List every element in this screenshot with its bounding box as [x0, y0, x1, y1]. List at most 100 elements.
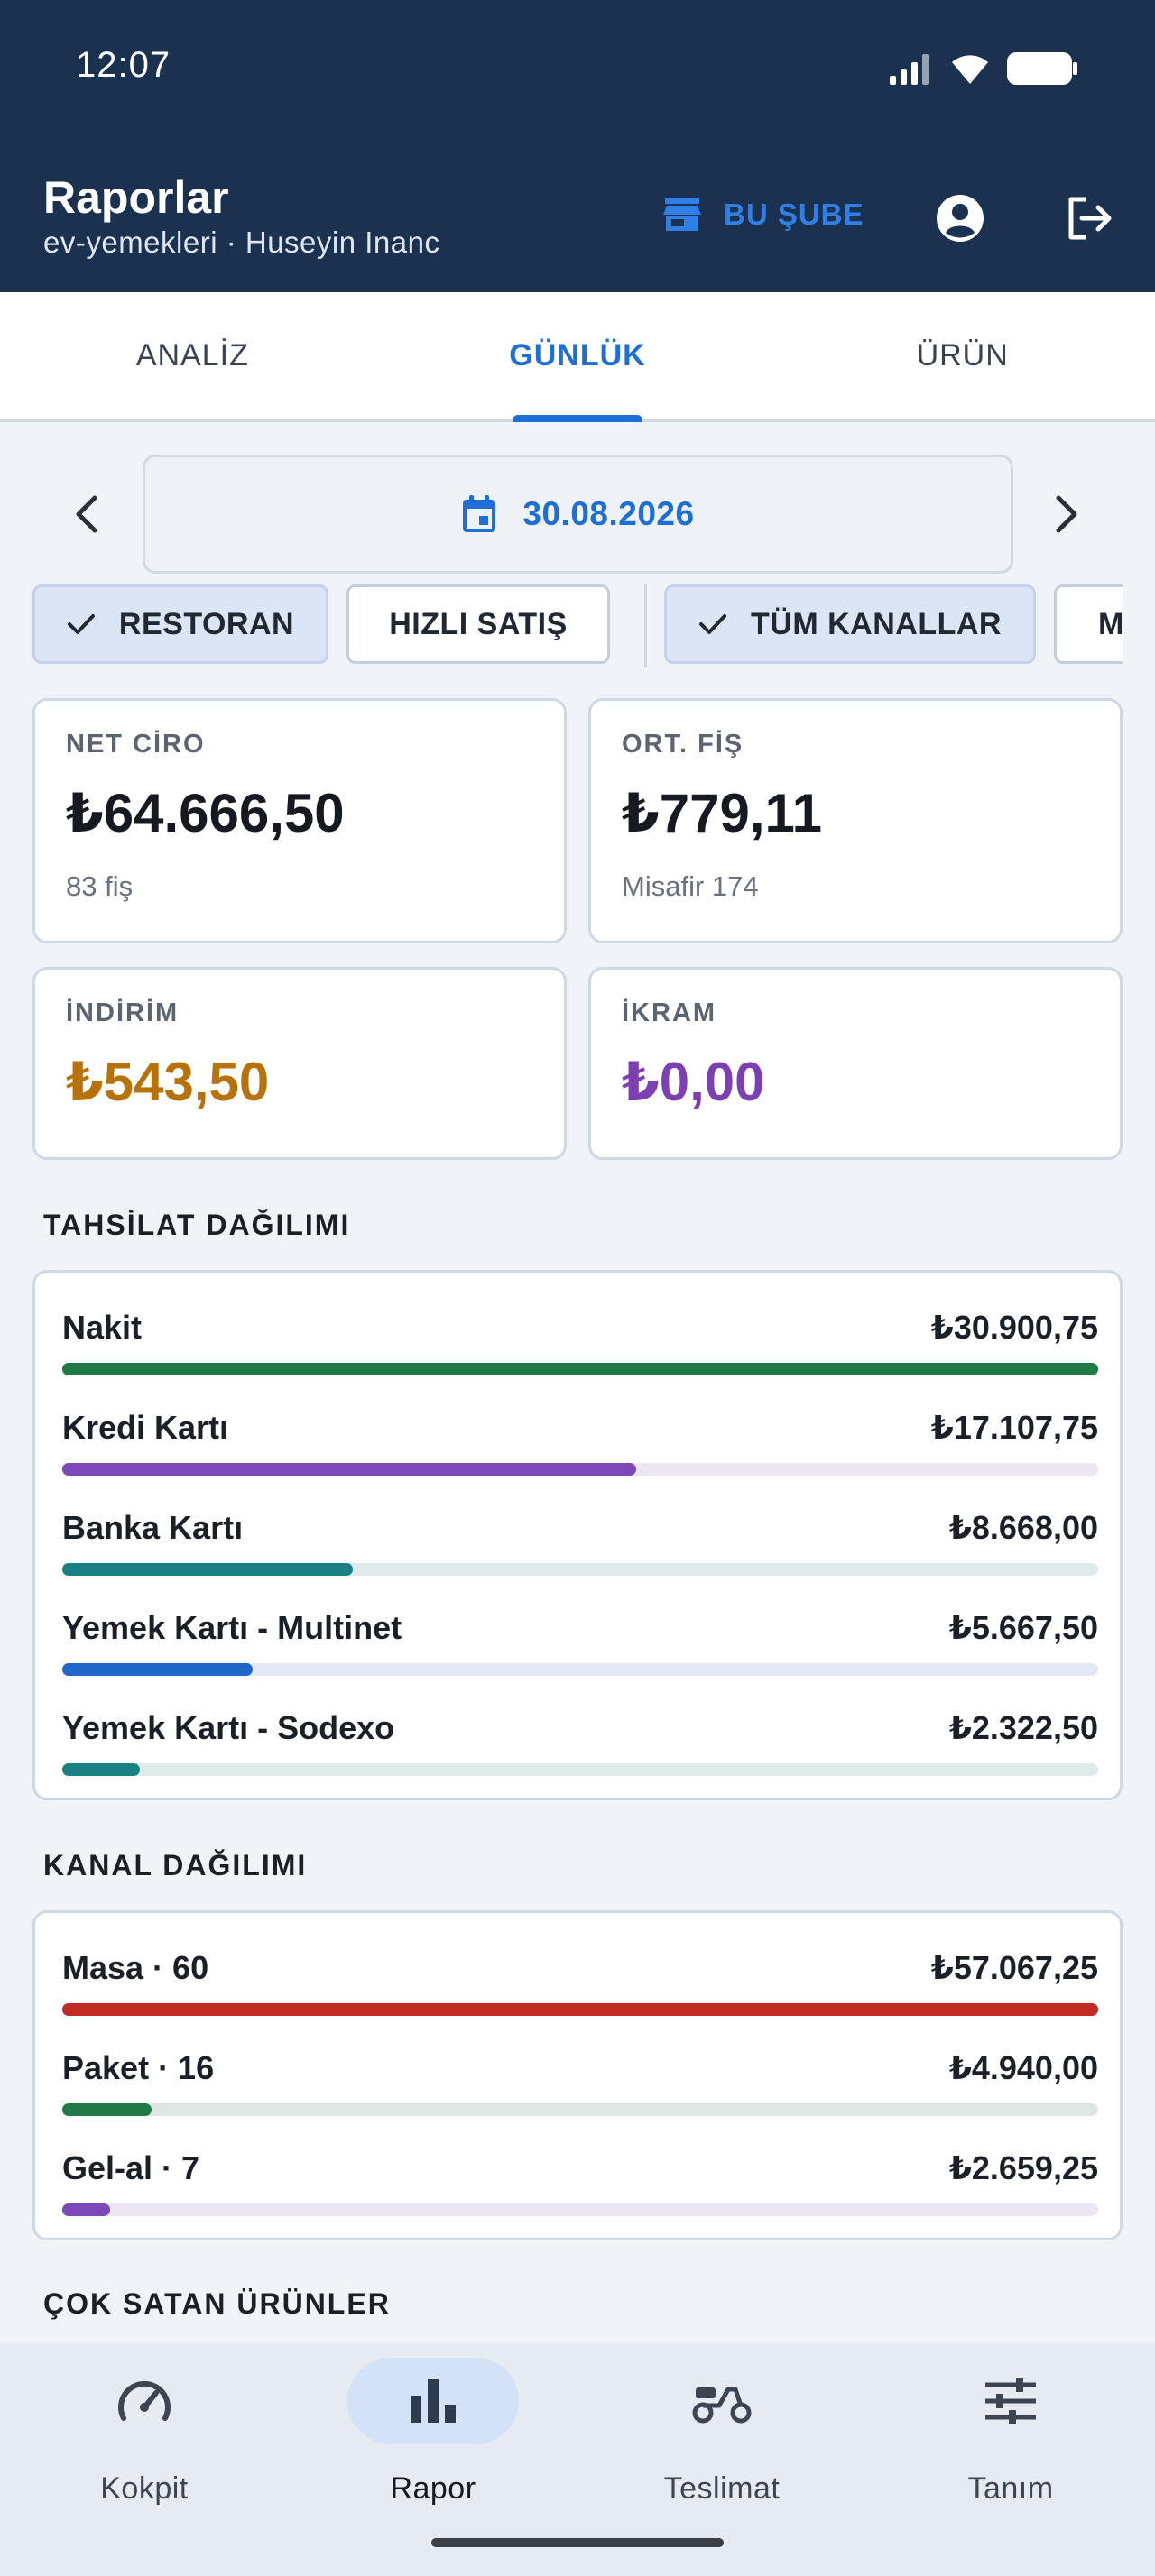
payment-bar-fill	[62, 1463, 636, 1476]
payment-label: Nakit	[62, 1309, 143, 1346]
bar-chart-icon	[411, 2379, 456, 2423]
branch-button[interactable]: BU ŞUBE	[662, 197, 864, 233]
chip-tum-kanallar-label: TÜM KANALLAR	[751, 606, 1002, 641]
kpi-sub: Misafir 174	[622, 870, 759, 902]
calendar-icon	[463, 495, 496, 532]
kpi-indirim: İNDİRİM ₺543,50	[32, 967, 567, 1160]
channel-value: ₺2.659,25	[948, 2149, 1098, 2186]
payment-bar-track	[62, 1763, 1098, 1776]
payment-distribution-card: Nakit ₺30.900,75 Kredi Kartı ₺17.107,75 …	[32, 1270, 1123, 1800]
payment-bar-fill	[62, 1763, 141, 1776]
chevron-right-icon	[1056, 495, 1077, 533]
payment-value: ₺30.900,75	[930, 1309, 1098, 1346]
tab-urun[interactable]: ÜRÜN	[770, 292, 1155, 419]
kpi-net-ciro: NET CİRO ₺64.666,50 83 fiş	[32, 698, 567, 943]
check-icon	[699, 614, 727, 634]
channel-bar-track	[62, 2003, 1098, 2016]
payment-row: Nakit ₺30.900,75	[62, 1309, 1098, 1399]
payment-value: ₺5.667,50	[948, 1609, 1098, 1646]
kpi-label: İNDİRİM	[66, 998, 180, 1027]
date-picker[interactable]: 30.08.2026	[143, 455, 1013, 574]
channel-row: Masa · 60 ₺57.067,25	[62, 1949, 1098, 2039]
payment-section-title: TAHSİLAT DAĞILIMI	[43, 1209, 351, 1241]
filter-chips: RESTORAN HIZLI SATIŞ TÜM KANALLAR M	[32, 584, 1123, 667]
channel-row: Gel-al · 7 ₺2.659,25	[62, 2149, 1098, 2240]
payment-bar-track	[62, 1363, 1098, 1375]
channel-label: Paket · 16	[62, 2049, 215, 2086]
nav-pill	[59, 2358, 230, 2444]
chip-restoran-label: RESTORAN	[118, 606, 295, 641]
payment-bar-track	[62, 1663, 1098, 1676]
channel-row: Paket · 16 ₺4.940,00	[62, 2049, 1098, 2139]
wifi-icon	[952, 55, 988, 84]
channel-bar-track	[62, 2103, 1098, 2116]
status-time: 12:07	[76, 45, 171, 85]
home-indicator	[431, 2538, 724, 2547]
chip-restoran[interactable]: RESTORAN	[32, 584, 328, 664]
payment-row: Yemek Kartı - Sodexo ₺2.322,50	[62, 1709, 1098, 1799]
channel-label: Gel-al · 7	[62, 2149, 200, 2186]
kpi-ikram: İKRAM ₺0,00	[588, 967, 1123, 1160]
check-icon	[67, 614, 95, 634]
channel-distribution-card: Masa · 60 ₺57.067,25 Paket · 16 ₺4.940,0…	[32, 1910, 1123, 2240]
channel-bar-fill	[62, 2103, 152, 2116]
payment-value: ₺17.107,75	[930, 1409, 1098, 1446]
account-button[interactable]	[931, 189, 989, 247]
kpi-ort-fis: ORT. FİŞ ₺779,11 Misafir 174	[588, 698, 1123, 943]
branch-label: BU ŞUBE	[724, 198, 864, 231]
payment-bar-fill	[62, 1363, 1098, 1375]
nav-tanim[interactable]: Tanım	[866, 2343, 1155, 2576]
nav-kokpit[interactable]: Kokpit	[0, 2343, 289, 2576]
kpi-label: ORT. FİŞ	[622, 730, 744, 759]
next-day-button[interactable]	[1040, 487, 1094, 541]
report-tabs: ANALİZ GÜNLÜK ÜRÜN	[0, 292, 1155, 422]
logout-icon	[1068, 197, 1112, 240]
payment-row: Kredi Kartı ₺17.107,75	[62, 1409, 1098, 1499]
logout-button[interactable]	[1061, 189, 1119, 247]
payment-bar-fill	[62, 1663, 253, 1676]
nav-label: Teslimat	[663, 2471, 781, 2506]
top-products-title: ÇOK SATAN ÜRÜNLER	[43, 2287, 391, 2320]
payment-row: Yemek Kartı - Multinet ₺5.667,50	[62, 1609, 1098, 1699]
channel-label: Masa · 60	[62, 1949, 209, 1986]
previous-day-button[interactable]	[60, 487, 114, 541]
payment-label: Kredi Kartı	[62, 1409, 229, 1446]
battery-icon	[1007, 52, 1077, 85]
payment-label: Yemek Kartı - Sodexo	[62, 1709, 395, 1746]
nav-pill	[347, 2358, 519, 2444]
tab-analiz[interactable]: ANALİZ	[0, 292, 385, 419]
nav-label: Tanım	[967, 2471, 1054, 2506]
chip-partial[interactable]: M	[1054, 584, 1123, 664]
payment-value: ₺8.668,00	[948, 1509, 1098, 1546]
status-icons	[888, 51, 1079, 87]
payment-label: Yemek Kartı - Multinet	[62, 1609, 402, 1646]
selected-date: 30.08.2026	[522, 495, 695, 532]
channel-value: ₺57.067,25	[930, 1949, 1098, 1986]
channel-section-title: KANAL DAĞILIMI	[43, 1849, 308, 1881]
chevron-left-icon	[76, 495, 97, 533]
tab-gunluk[interactable]: GÜNLÜK	[385, 292, 771, 419]
kpi-value: ₺779,11	[622, 783, 822, 843]
scooter-icon	[692, 2387, 752, 2424]
chip-hizli-satis[interactable]: HIZLI SATIŞ	[346, 584, 610, 664]
chip-tum-kanallar[interactable]: TÜM KANALLAR	[664, 584, 1036, 664]
chip-partial-label: M	[1098, 606, 1123, 641]
store-icon	[663, 198, 701, 231]
kpi-value: ₺0,00	[622, 1052, 765, 1112]
sliders-icon	[985, 2378, 1036, 2424]
channel-bar-track	[62, 2203, 1098, 2216]
page-subtitle: ev-yemekleri · Huseyin Inanc	[43, 225, 440, 259]
nav-label: Kokpit	[100, 2471, 189, 2506]
channel-bar-fill	[62, 2203, 111, 2216]
channel-bar-fill	[62, 2003, 1098, 2016]
app-header: 12:07 Raporlar ev-yemekleri · Huseyin In…	[0, 0, 1155, 292]
payment-bar-track	[62, 1463, 1098, 1476]
channel-value: ₺4.940,00	[948, 2049, 1098, 2086]
chip-divider	[644, 584, 647, 667]
nav-pill	[925, 2358, 1096, 2444]
nav-pill	[636, 2358, 808, 2444]
payment-row: Banka Kartı ₺8.668,00	[62, 1509, 1098, 1599]
kpi-sub: 83 fiş	[66, 870, 134, 902]
payment-bar-fill	[62, 1563, 353, 1576]
payment-value: ₺2.322,50	[948, 1709, 1098, 1746]
